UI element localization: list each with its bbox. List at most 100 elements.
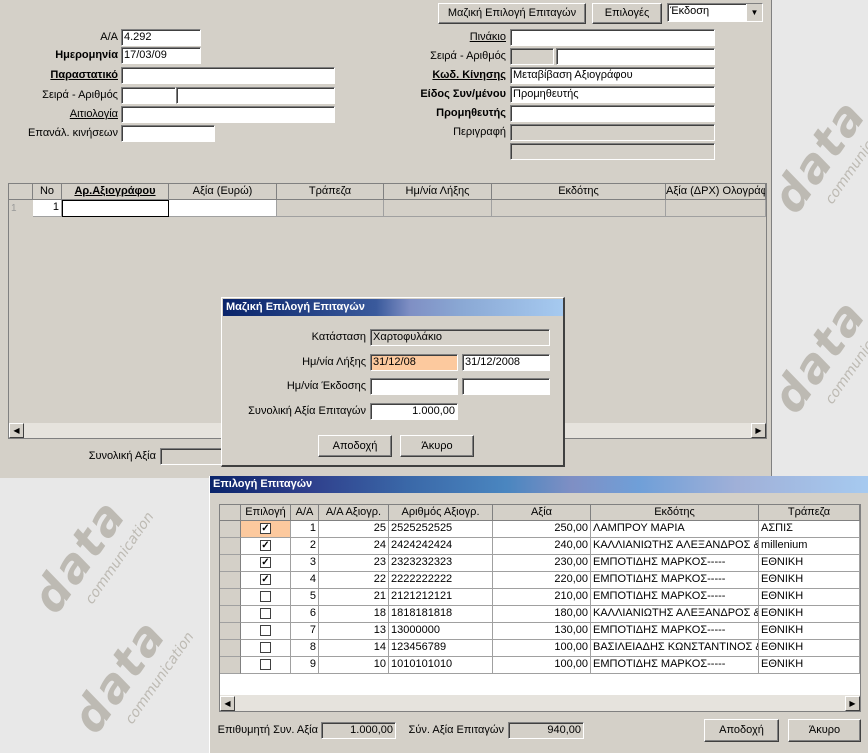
- col-header-no[interactable]: No: [33, 184, 62, 200]
- select-cell[interactable]: [241, 640, 291, 657]
- chevron-down-icon[interactable]: ▼: [746, 4, 762, 21]
- col-header-bank[interactable]: Τράπεζα: [277, 184, 384, 200]
- counterparty-type-field[interactable]: Προμηθευτής: [510, 86, 715, 103]
- grid-cell-bank[interactable]: [277, 200, 384, 217]
- cheque-number-cell[interactable]: 2222222222: [389, 572, 493, 589]
- aa-cell[interactable]: 9: [291, 657, 319, 674]
- issuer-cell[interactable]: ΚΑΛΛΙΑΝΙΩΤΗΣ ΑΛΕΞΑΝΔΡΟΣ &: [591, 606, 759, 623]
- bank-cell[interactable]: ΕΘΝΙΚΗ: [759, 606, 860, 623]
- col-header-aa[interactable]: Α/Α: [291, 505, 319, 521]
- mass-select-button[interactable]: Μαζική Επιλογή Επιταγών: [438, 3, 586, 24]
- cheque-number-cell[interactable]: 123456789: [389, 640, 493, 657]
- cheque-number-cell[interactable]: 2121212121: [389, 589, 493, 606]
- col-header-cheque-number[interactable]: Αριθμός Αξιογρ.: [389, 505, 493, 521]
- cheque-number-cell[interactable]: 2525252525: [389, 521, 493, 538]
- series-field[interactable]: [121, 87, 176, 104]
- movement-code-label[interactable]: Κωδ. Κίνησης: [380, 67, 506, 84]
- bank-cell[interactable]: ΕΘΝΙΚΗ: [759, 657, 860, 674]
- table-field[interactable]: [510, 29, 715, 46]
- aa-cell[interactable]: 2: [291, 538, 319, 555]
- bank-cell[interactable]: ΕΘΝΙΚΗ: [759, 623, 860, 640]
- select-cell[interactable]: ✓: [241, 572, 291, 589]
- date-field[interactable]: 17/03/09: [121, 47, 201, 64]
- grid-cell-cheque-number[interactable]: [62, 200, 169, 217]
- col-header-aa-cheque[interactable]: Α/Α Αξιογρ.: [319, 505, 389, 521]
- col-header-value[interactable]: Αξία: [493, 505, 591, 521]
- value-cell[interactable]: 180,00: [493, 606, 591, 623]
- grid-cell-issuer[interactable]: [492, 200, 666, 217]
- checkbox-unchecked[interactable]: [260, 625, 271, 636]
- col-header-value-eur[interactable]: Αξία (Ευρώ): [169, 184, 277, 200]
- aa-field[interactable]: 4.292: [121, 29, 201, 46]
- col-header-issuer[interactable]: Εκδότης: [591, 505, 759, 521]
- col-header-bank[interactable]: Τράπεζα: [759, 505, 860, 521]
- bank-cell[interactable]: millenium: [759, 538, 860, 555]
- bank-cell[interactable]: ΕΘΝΙΚΗ: [759, 589, 860, 606]
- selection-cancel-button[interactable]: Άκυρο: [788, 719, 861, 742]
- number2-field[interactable]: [556, 48, 715, 65]
- checkbox-checked[interactable]: ✓: [260, 574, 271, 585]
- reason-field[interactable]: [121, 106, 335, 123]
- selection-accept-button[interactable]: Αποδοχή: [704, 719, 779, 742]
- cheque-number-cell[interactable]: 1818181818: [389, 606, 493, 623]
- value-cell[interactable]: 230,00: [493, 555, 591, 572]
- select-cell[interactable]: ✓: [241, 538, 291, 555]
- grid-cell-due[interactable]: [384, 200, 492, 217]
- bank-cell[interactable]: ΑΣΠΙΣ: [759, 521, 860, 538]
- col-header-value-drx[interactable]: Αξία (ΔΡΧ) Ολογράφω: [666, 184, 766, 200]
- value-cell[interactable]: 250,00: [493, 521, 591, 538]
- table-label[interactable]: Πινάκιο: [380, 29, 506, 46]
- aa-cheque-cell[interactable]: 14: [319, 640, 389, 657]
- value-cell[interactable]: 100,00: [493, 640, 591, 657]
- issuer-cell[interactable]: ΕΜΠΟΤΙΔΗΣ ΜΑΡΚΟΣ-----: [591, 555, 759, 572]
- value-cell[interactable]: 210,00: [493, 589, 591, 606]
- col-header-cheque-number[interactable]: Αρ.Αξιογράφου: [62, 184, 169, 200]
- document-label[interactable]: Παραστατικό: [0, 67, 118, 84]
- checkbox-checked[interactable]: ✓: [260, 523, 271, 534]
- number-field[interactable]: [176, 87, 335, 104]
- sum-field[interactable]: 1.000,00: [370, 403, 458, 420]
- selected-sum-field[interactable]: 940,00: [508, 722, 584, 739]
- total-value-field[interactable]: [160, 448, 224, 465]
- aa-cell[interactable]: 4: [291, 572, 319, 589]
- selection-grid[interactable]: Επιλογή Α/Α Α/Α Αξιογρ. Αριθμός Αξιογρ. …: [219, 504, 861, 712]
- cheque-number-cell[interactable]: 2323232323: [389, 555, 493, 572]
- select-cell[interactable]: [241, 606, 291, 623]
- grid-cell-value-drx[interactable]: [666, 200, 766, 217]
- aa-cheque-cell[interactable]: 13: [319, 623, 389, 640]
- status-field[interactable]: Χαρτοφυλάκιο: [370, 329, 550, 346]
- scroll-left-icon[interactable]: ◀: [9, 423, 24, 438]
- bank-cell[interactable]: ΕΘΝΙΚΗ: [759, 640, 860, 657]
- issuer-cell[interactable]: ΒΑΣΙΛΕΙΑΔΗΣ ΚΩΝΣΤΑΝΤΙΝΟΣ &: [591, 640, 759, 657]
- issuer-cell[interactable]: ΚΑΛΛΙΑΝΙΩΤΗΣ ΑΛΕΞΑΝΔΡΟΣ &: [591, 538, 759, 555]
- col-header-due-date[interactable]: Ημ/νία Λήξης: [384, 184, 492, 200]
- aa-cheque-cell[interactable]: 25: [319, 521, 389, 538]
- bank-cell[interactable]: ΕΘΝΙΚΗ: [759, 572, 860, 589]
- repeat-field[interactable]: [121, 125, 215, 142]
- aa-cheque-cell[interactable]: 18: [319, 606, 389, 623]
- select-cell[interactable]: [241, 589, 291, 606]
- grid-cell-value[interactable]: [169, 200, 277, 217]
- reason-label[interactable]: Αιτιολογία: [0, 106, 118, 123]
- aa-cheque-cell[interactable]: 23: [319, 555, 389, 572]
- due-date-from-field[interactable]: 31/12/08: [370, 354, 458, 371]
- target-sum-field[interactable]: 1.000,00: [321, 722, 396, 739]
- issuer-cell[interactable]: ΕΜΠΟΤΙΔΗΣ ΜΑΡΚΟΣ-----: [591, 623, 759, 640]
- select-cell[interactable]: ✓: [241, 521, 291, 538]
- issuer-cell[interactable]: ΛΑΜΠΡΟΥ ΜΑΡΙΑ: [591, 521, 759, 538]
- issuer-cell[interactable]: ΕΜΠΟΤΙΔΗΣ ΜΑΡΚΟΣ-----: [591, 589, 759, 606]
- supplier-field[interactable]: [510, 105, 715, 122]
- grid-cell-no[interactable]: 1: [33, 200, 62, 217]
- aa-cheque-cell[interactable]: 24: [319, 538, 389, 555]
- aa-cheque-cell[interactable]: 22: [319, 572, 389, 589]
- issue-date-from-field[interactable]: [370, 378, 458, 395]
- aa-cell[interactable]: 3: [291, 555, 319, 572]
- aa-cell[interactable]: 8: [291, 640, 319, 657]
- aa-cheque-cell[interactable]: 10: [319, 657, 389, 674]
- scroll-left-icon[interactable]: ◀: [220, 696, 235, 711]
- cheque-number-cell[interactable]: 13000000: [389, 623, 493, 640]
- series2-field[interactable]: [510, 48, 554, 65]
- checkbox-unchecked[interactable]: [260, 591, 271, 602]
- dialog-cancel-button[interactable]: Άκυρο: [400, 435, 474, 457]
- issuer-cell[interactable]: ΕΜΠΟΤΙΔΗΣ ΜΑΡΚΟΣ-----: [591, 572, 759, 589]
